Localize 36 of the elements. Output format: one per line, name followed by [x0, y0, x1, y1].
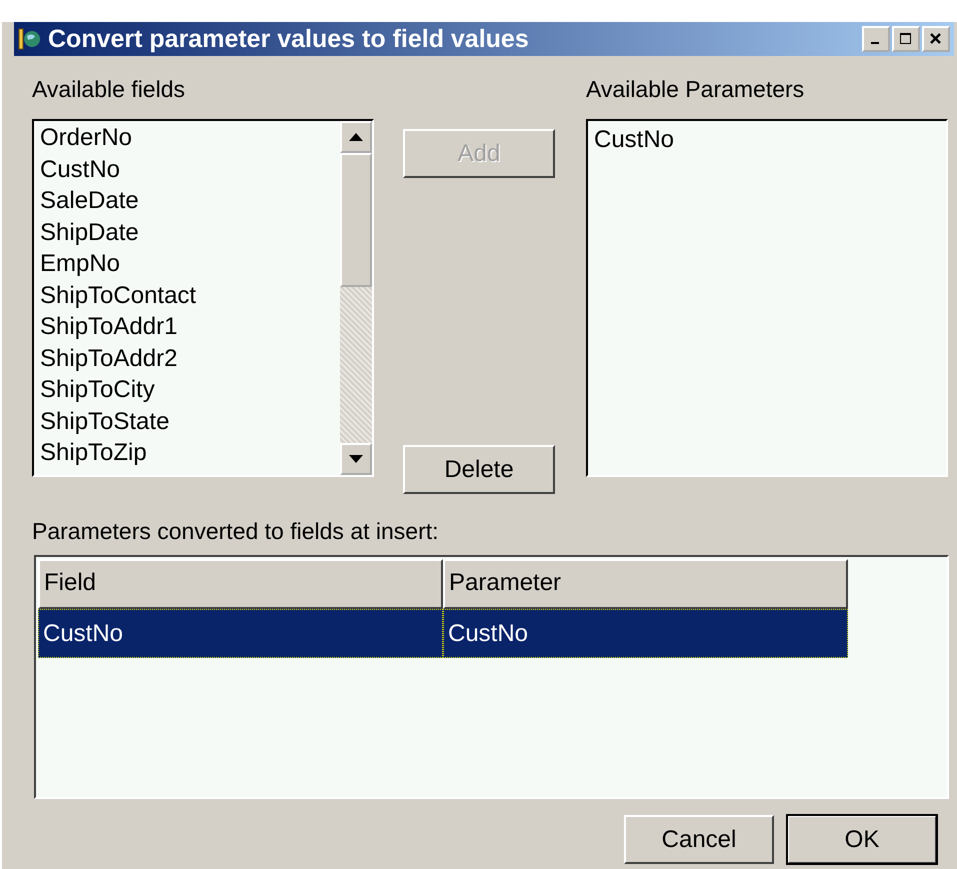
- list-item[interactable]: EmpNo: [40, 248, 334, 280]
- down-arrow-icon[interactable]: [349, 455, 363, 463]
- conversion-grid[interactable]: Field Parameter CustNo CustNo: [34, 555, 949, 799]
- fields-list[interactable]: OrderNo CustNo SaleDate ShipDate EmpNo ShipToContact ShipToAddr1 ShipToAddr2 ShipToCity ShipToState ShipToZip: [32, 119, 374, 477]
- list-item[interactable]: CustNo: [594, 124, 940, 156]
- delete-button[interactable]: Delete: [403, 445, 555, 494]
- list-item[interactable]: CustNo: [40, 154, 334, 185]
- globe-icon: [18, 27, 42, 51]
- maximize-icon[interactable]: [898, 32, 914, 46]
- list-item[interactable]: ShipToAddr1: [40, 311, 334, 342]
- grid-label: Parameters converted to fields at insert:: [32, 518, 440, 545]
- list-item[interactable]: OrderNo: [40, 122, 334, 154]
- ok-button[interactable]: OK: [787, 815, 937, 864]
- list-label: Available Parameters: [586, 76, 806, 103]
- maximize-button[interactable]: [892, 26, 920, 52]
- close-icon[interactable]: [928, 32, 944, 46]
- list-item[interactable]: ShipToState: [40, 406, 334, 437]
- list-item[interactable]: ShipToCity: [40, 374, 334, 406]
- cancel-button[interactable]: Cancel: [624, 815, 774, 864]
- list-label: Available fields: [32, 76, 186, 103]
- close-button[interactable]: [922, 26, 950, 52]
- list-item[interactable]: ShipToContact: [40, 280, 334, 311]
- up-arrow-icon[interactable]: [349, 133, 363, 141]
- list-item[interactable]: ShipToZip: [40, 437, 334, 468]
- scrollbar[interactable]: [340, 121, 372, 475]
- table-cell: CustNo: [38, 609, 443, 658]
- column-header[interactable]: Field: [38, 559, 443, 609]
- column-header[interactable]: Parameter: [443, 559, 848, 609]
- list-item[interactable]: ShipDate: [40, 216, 334, 248]
- parameters-list[interactable]: CustNo: [586, 119, 948, 477]
- list-item[interactable]: SaleDate: [40, 185, 334, 216]
- window-title: Convert parameter values to field values: [48, 24, 530, 54]
- minimize-button[interactable]: [862, 26, 890, 52]
- table-cell: CustNo: [443, 609, 848, 658]
- grid-row[interactable]: CustNo CustNo: [38, 609, 945, 658]
- list-item[interactable]: ShipToAddr2: [40, 342, 334, 374]
